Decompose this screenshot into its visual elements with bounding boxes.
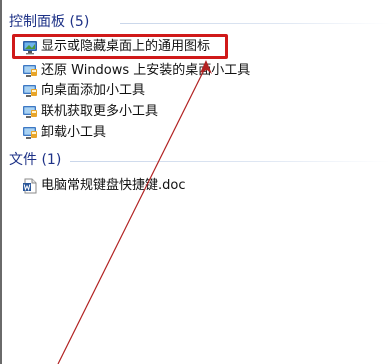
annotation-arrow [57, 60, 212, 364]
